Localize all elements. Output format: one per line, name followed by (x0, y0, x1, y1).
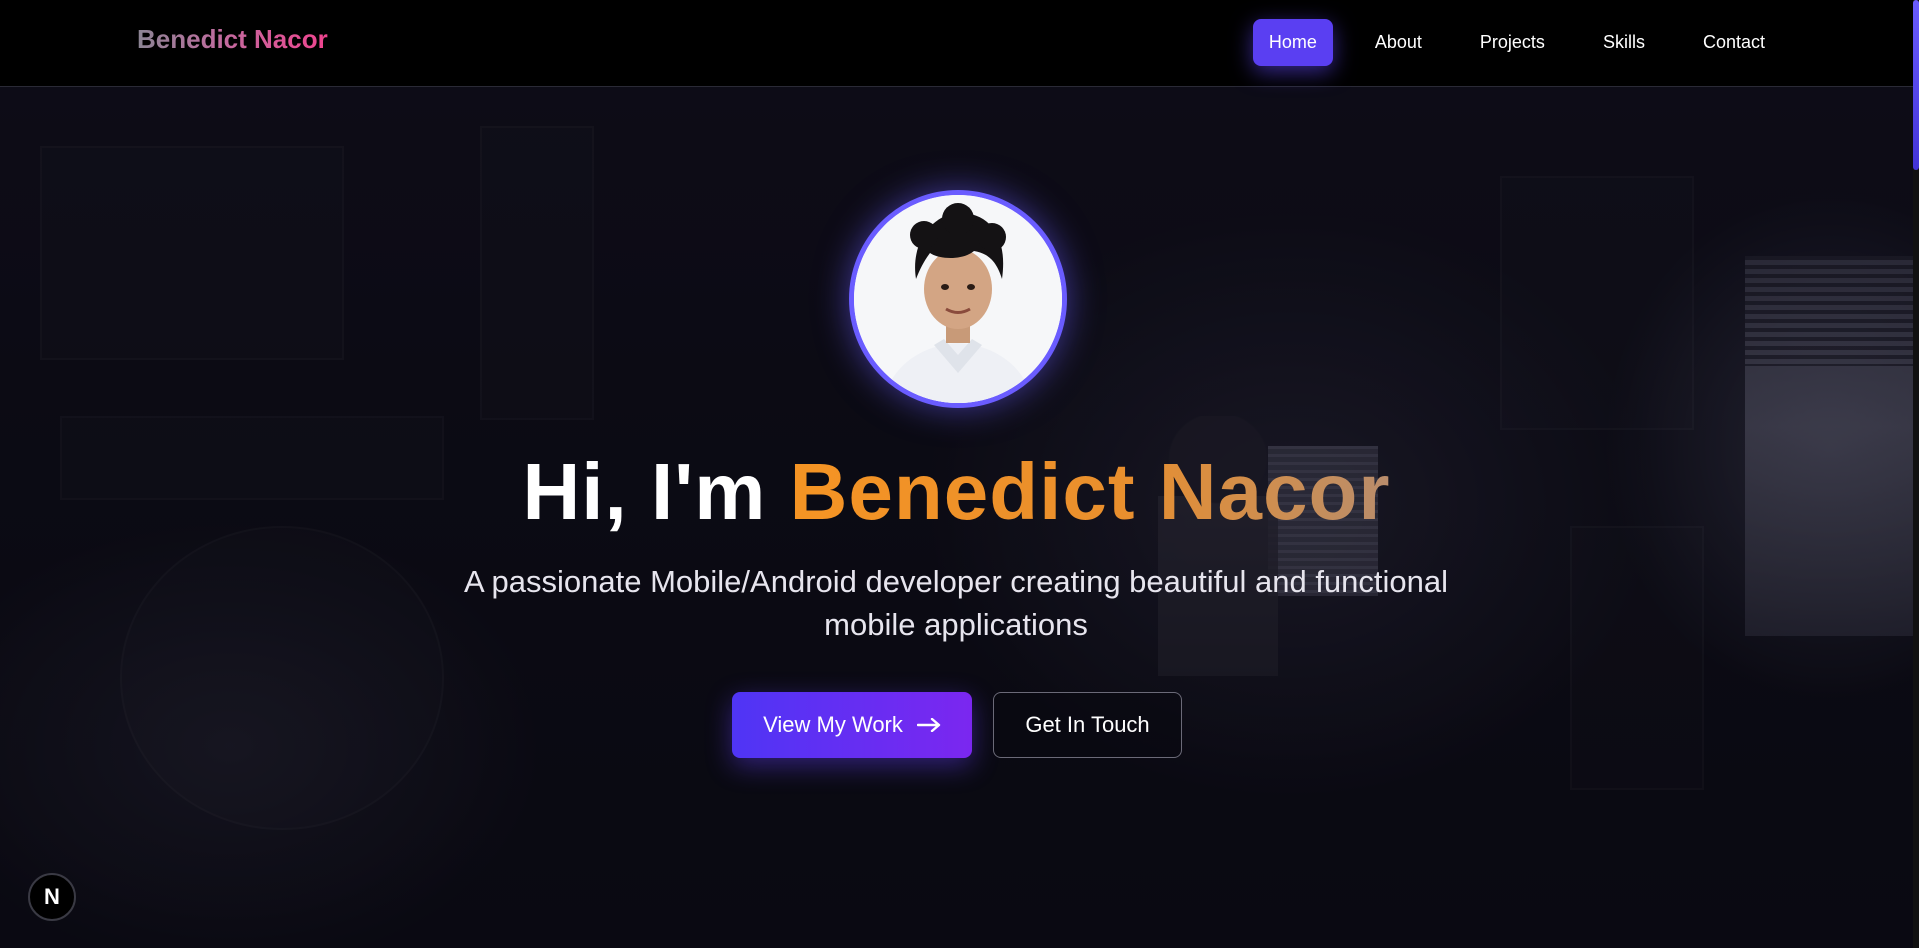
nav-item-contact[interactable]: Contact (1687, 19, 1781, 66)
profile-avatar (849, 190, 1067, 408)
view-my-work-button[interactable]: View My Work (732, 692, 972, 758)
top-navbar: Benedict Nacor Home About Projects Skill… (0, 0, 1913, 87)
scrollbar-thumb[interactable] (1913, 0, 1919, 170)
portfolio-page: Benedict Nacor Home About Projects Skill… (0, 0, 1919, 948)
get-in-touch-button[interactable]: Get In Touch (993, 692, 1182, 758)
hero-name: Benedict Nacor (789, 447, 1391, 536)
nextjs-icon[interactable]: N (28, 873, 76, 921)
view-my-work-label: View My Work (763, 712, 903, 737)
hero-subtitle: A passionate Mobile/Android developer cr… (463, 564, 1449, 642)
hero-greeting: Hi, I'm (522, 447, 767, 536)
brand-logo-text[interactable]: Benedict Nacor (137, 24, 328, 55)
hero-heading: Hi, I'm Benedict Nacor (0, 446, 1913, 538)
profile-photo-icon (854, 195, 1062, 403)
arrow-right-icon (916, 718, 941, 732)
nav-item-projects[interactable]: Projects (1464, 19, 1561, 66)
nav-item-home[interactable]: Home (1252, 19, 1333, 66)
nav-item-about[interactable]: About (1359, 19, 1438, 66)
get-in-touch-label: Get In Touch (1025, 712, 1150, 737)
hero-section: Hi, I'm Benedict Nacor A passionate Mobi… (0, 86, 1913, 948)
nav-menu: Home About Projects Skills Contact (1252, 19, 1781, 66)
page-scrollbar[interactable] (1913, 0, 1919, 948)
nav-item-skills[interactable]: Skills (1587, 19, 1661, 66)
